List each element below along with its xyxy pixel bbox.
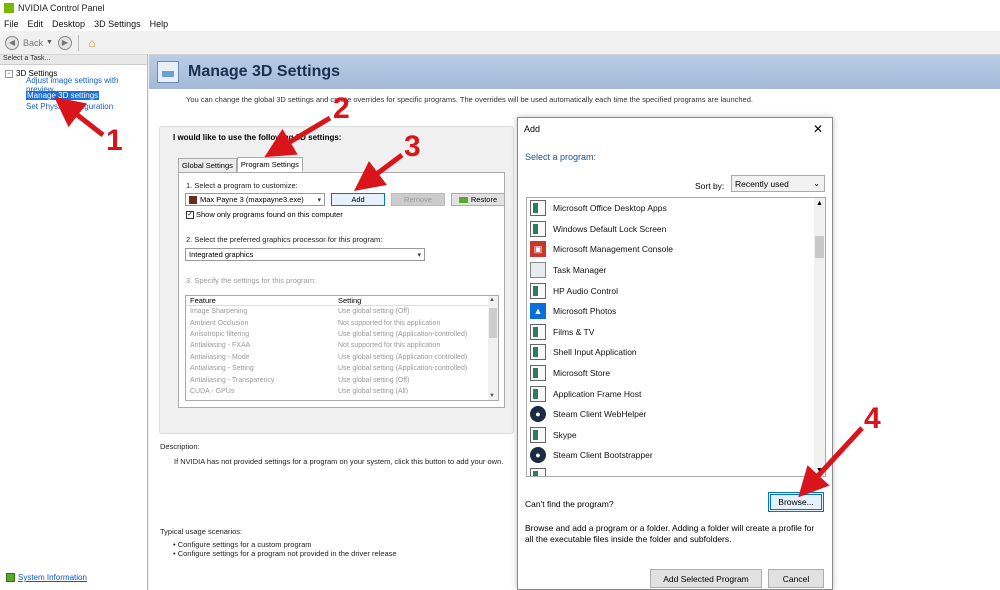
annotation-arrow-3: [354, 153, 404, 191]
annotation-number-1: 1: [106, 124, 123, 157]
annotation-number-4: 4: [864, 402, 881, 435]
annotation-number-3: 3: [404, 130, 421, 163]
annotation-arrow-2: [264, 115, 332, 158]
annotation-arrow-1: [54, 96, 105, 137]
annotation-arrow-4: [798, 426, 864, 498]
annotation-arrows: [54, 96, 864, 498]
annotation-number-2: 2: [333, 92, 350, 125]
